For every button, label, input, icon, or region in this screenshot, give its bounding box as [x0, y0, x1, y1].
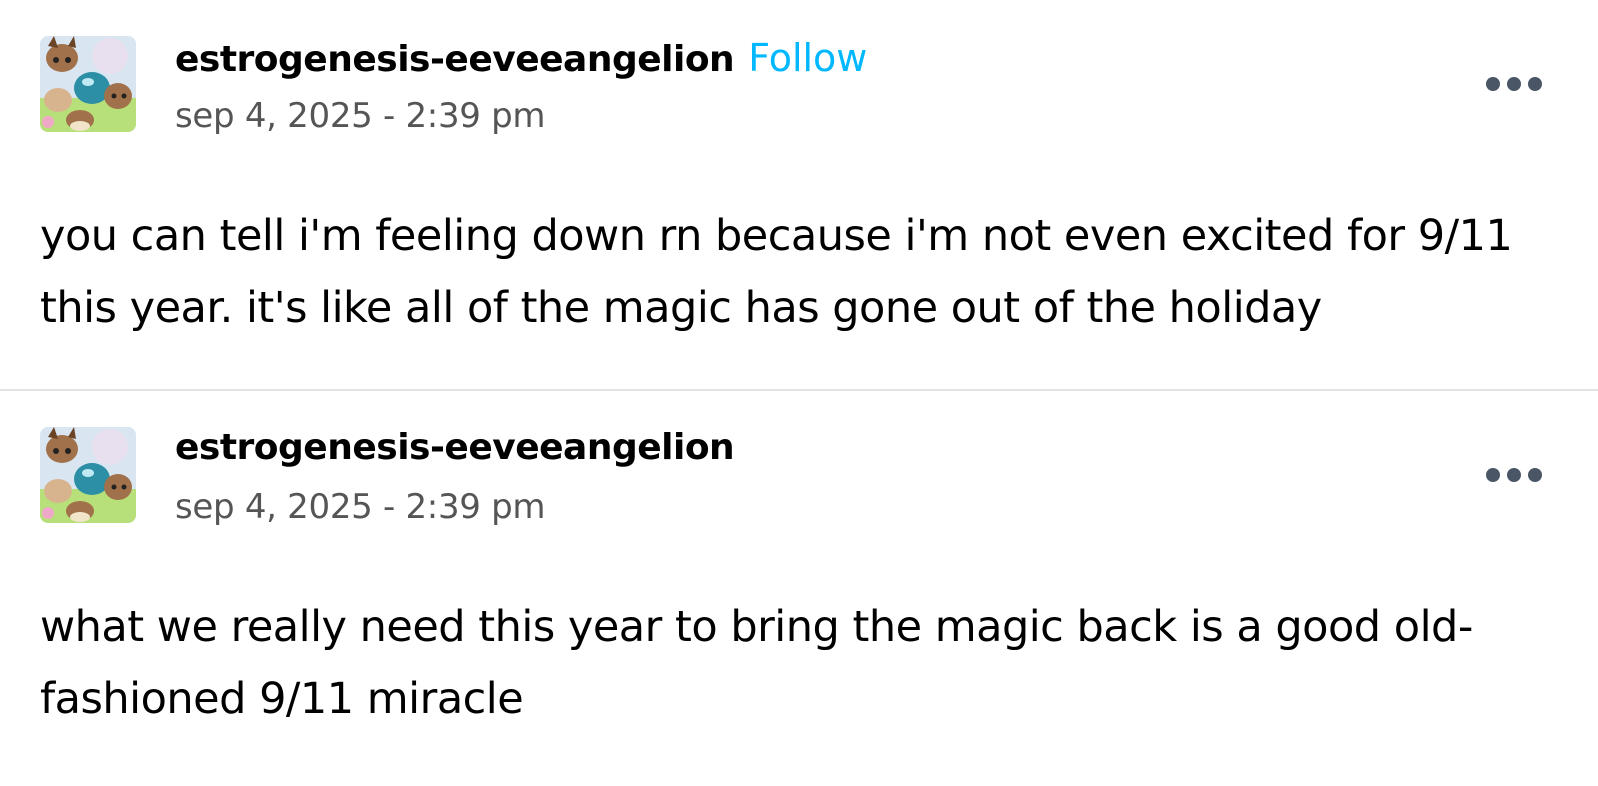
- avatar-image: [40, 427, 136, 523]
- post: estrogenesis-eeveeangelion sep 4, 2025 -…: [0, 391, 1598, 786]
- more-dot: [1507, 468, 1521, 482]
- more-dot: [1528, 468, 1542, 482]
- post: estrogenesis-eeveeangelion Follow sep 4,…: [0, 0, 1598, 389]
- follow-button[interactable]: Follow: [748, 36, 867, 80]
- more-dot: [1528, 77, 1542, 91]
- avatar-image: [40, 36, 136, 132]
- more-dot: [1486, 468, 1500, 482]
- timestamp[interactable]: sep 4, 2025 - 2:39 pm: [175, 96, 867, 136]
- more-dot: [1507, 77, 1521, 91]
- name-line: estrogenesis-eeveeangelion: [175, 427, 735, 475]
- post-body: what we really need this year to bring t…: [40, 602, 1473, 724]
- post-body: you can tell i'm feeling down rn because…: [40, 211, 1513, 333]
- username[interactable]: estrogenesis-eeveeangelion: [175, 39, 735, 80]
- more-options-icon[interactable]: [1486, 72, 1542, 96]
- more-dot: [1486, 77, 1500, 91]
- post-header: estrogenesis-eeveeangelion sep 4, 2025 -…: [175, 427, 735, 527]
- avatar[interactable]: [40, 427, 136, 523]
- username[interactable]: estrogenesis-eeveeangelion: [175, 427, 735, 468]
- more-options-icon[interactable]: [1486, 463, 1542, 487]
- reblog-thread: estrogenesis-eeveeangelion Follow sep 4,…: [0, 0, 1598, 786]
- timestamp[interactable]: sep 4, 2025 - 2:39 pm: [175, 487, 734, 527]
- avatar[interactable]: [40, 36, 136, 132]
- post-header: estrogenesis-eeveeangelion Follow sep 4,…: [175, 36, 867, 136]
- name-line: estrogenesis-eeveeangelion Follow: [175, 36, 867, 84]
